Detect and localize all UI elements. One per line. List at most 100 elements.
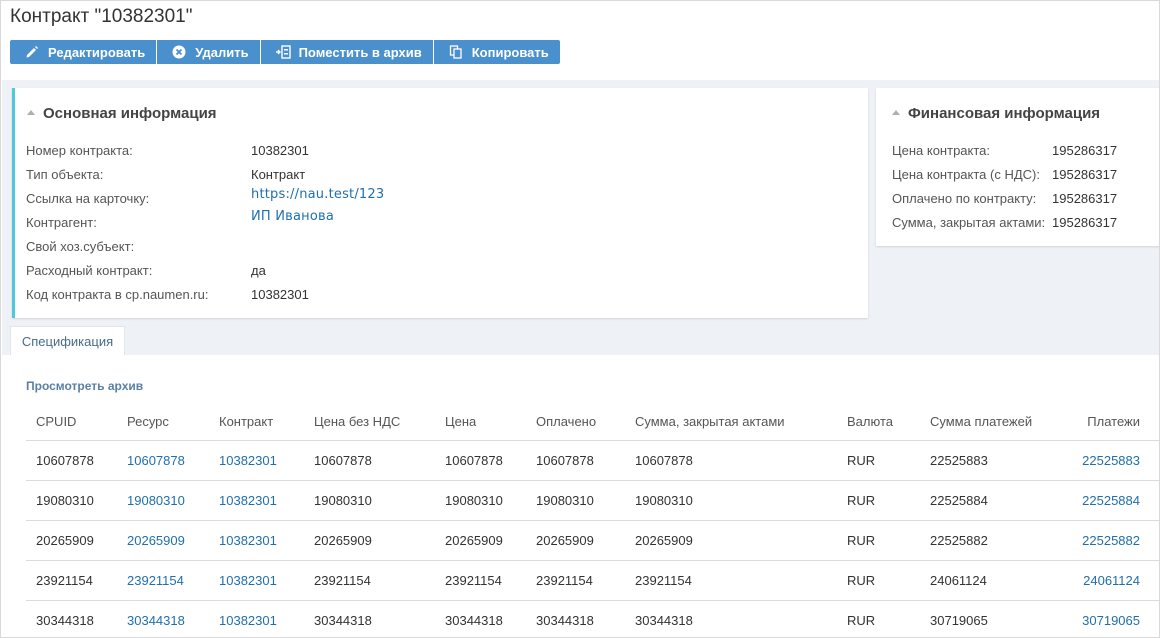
field-object-type: Тип объекта: Контракт [26,167,305,183]
view-archive-link[interactable]: Просмотреть архив [26,379,143,393]
col-header-currency[interactable]: Валюта [837,404,920,441]
field-value: 195286317 [1052,191,1118,206]
table-row: 20265909 20265909 10382301 20265909 2026… [26,520,1159,561]
col-header-contract[interactable]: Контракт [209,404,304,441]
field-contract-price-vat: Цена контракта (с НДС): 195286317 [892,167,1117,183]
field-paid: Оплачено по контракту: 195286317 [892,191,1117,207]
resource-link[interactable]: 20265909 [127,533,185,548]
field-value: 195286317 [1052,215,1118,230]
field-value: 195286317 [1052,143,1118,158]
table-row: 30344318 30344318 10382301 30344318 3034… [26,600,1159,637]
col-header-cpuid[interactable]: CPUID [26,404,117,441]
cell-payments-sum: 22525882 [920,520,1060,561]
main-info-header[interactable]: Основная информация [27,105,217,122]
resource-link[interactable]: 19080310 [127,493,185,508]
resource-link[interactable]: 30344318 [127,613,185,628]
cell-payments-sum: 24061124 [920,560,1060,601]
cell-paid: 19080310 [526,480,625,521]
field-label: Сумма, закрытая актами: [892,215,1046,230]
cell-paid: 30344318 [526,600,625,637]
cell-paid: 20265909 [526,520,625,561]
specification-table: CPUID Ресурс Контракт Цена без НДС Цена … [26,404,1159,637]
resource-link[interactable]: 10607878 [127,453,185,468]
field-label: Контрагент: [26,215,97,230]
col-header-closed-by-acts[interactable]: Сумма, закрытая актами [625,404,837,441]
cell-cpuid: 23921154 [26,560,117,601]
field-label: Код контракта в cp.naumen.ru: [26,287,209,302]
cell-currency: RUR [837,600,920,637]
cell-price: 30344318 [435,600,526,637]
field-contract-price: Цена контракта: 195286317 [892,143,1117,159]
contract-link[interactable]: 10382301 [219,613,277,628]
col-header-resource[interactable]: Ресурс [117,404,209,441]
cell-currency: RUR [837,520,920,561]
copy-button[interactable]: Копировать [433,40,560,64]
cell-price-no-vat: 10607878 [304,440,435,481]
field-label: Ссылка на карточку: [26,191,150,206]
archive-button[interactable]: Поместить в архив [260,40,433,64]
payment-link[interactable]: 24061124 [1083,573,1140,588]
col-header-payments-sum[interactable]: Сумма платежей [920,404,1060,441]
cell-cpuid: 19080310 [26,480,117,521]
contract-link[interactable]: 10382301 [219,493,277,508]
table-row: 19080310 19080310 10382301 19080310 1908… [26,480,1159,521]
field-value: да [251,263,266,278]
delete-button-label: Удалить [195,44,249,60]
contract-link[interactable]: 10382301 [219,533,277,548]
archive-button-label: Поместить в архив [298,44,422,60]
counterparty-link[interactable]: ИП Иванова [251,209,334,225]
table-header-row: CPUID Ресурс Контракт Цена без НДС Цена … [26,404,1159,441]
cell-paid: 10607878 [526,440,625,481]
col-header-price-no-vat[interactable]: Цена без НДС [304,404,435,441]
resource-link[interactable]: 23921154 [127,573,184,588]
cell-currency: RUR [837,480,920,521]
cell-cpuid: 20265909 [26,520,117,561]
field-label: Цена контракта (с НДС): [892,167,1040,182]
cell-price-no-vat: 30344318 [304,600,435,637]
table-row: 10607878 10607878 10382301 10607878 1060… [26,440,1159,481]
card-url-link[interactable]: https://nau.test/123 [251,187,384,203]
tab-specification[interactable]: Спецификация [10,326,125,355]
financial-info-card: Финансовая информация Цена контракта: 19… [876,88,1159,246]
payment-link[interactable]: 30719065 [1082,613,1140,628]
copy-icon [448,44,464,60]
collapse-triangle-icon [892,110,900,115]
field-label: Цена контракта: [892,143,991,158]
action-toolbar: Редактировать Удалить Поместить в архив … [10,40,560,64]
cell-closed-by-acts: 20265909 [625,520,837,561]
cell-price-no-vat: 19080310 [304,480,435,521]
field-value: 195286317 [1052,167,1118,182]
financial-info-header[interactable]: Финансовая информация [892,105,1100,122]
col-header-price[interactable]: Цена [435,404,526,441]
field-card-link: Ссылка на карточку: https://nau.test/123 [26,187,384,207]
field-value: 10382301 [251,143,309,158]
cell-price: 10607878 [435,440,526,481]
cell-closed-by-acts: 23921154 [625,560,837,601]
contract-page: Контракт "10382301" Редактировать Удалит… [0,0,1160,638]
contract-link[interactable]: 10382301 [219,453,277,468]
field-value: 10382301 [251,287,309,302]
col-header-payments[interactable]: Платежи [1060,404,1159,441]
delete-button[interactable]: Удалить [157,40,260,64]
field-contract-number: Номер контракта: 10382301 [26,143,309,159]
page-title: Контракт "10382301" [10,6,193,27]
field-own-entity: Свой хоз.субъект: [26,239,134,255]
edit-button[interactable]: Редактировать [10,40,157,64]
payment-link[interactable]: 22525883 [1082,453,1140,468]
main-info-card: Основная информация Номер контракта: 103… [12,88,868,318]
field-contract-code: Код контракта в cp.naumen.ru: 10382301 [26,287,309,303]
copy-button-label: Копировать [471,44,549,60]
cell-payments-sum: 22525884 [920,480,1060,521]
cell-cpuid: 10607878 [26,440,117,481]
field-counterparty: Контрагент: ИП Иванова [26,209,334,231]
remove-circle-icon [171,44,187,60]
cell-closed-by-acts: 19080310 [625,480,837,521]
payment-link[interactable]: 22525882 [1082,533,1140,548]
archive-icon [275,44,291,60]
cell-currency: RUR [837,440,920,481]
cell-closed-by-acts: 30344318 [625,600,837,637]
cell-cpuid: 30344318 [26,600,117,637]
payment-link[interactable]: 22525884 [1082,493,1140,508]
contract-link[interactable]: 10382301 [219,573,277,588]
col-header-paid[interactable]: Оплачено [526,404,625,441]
